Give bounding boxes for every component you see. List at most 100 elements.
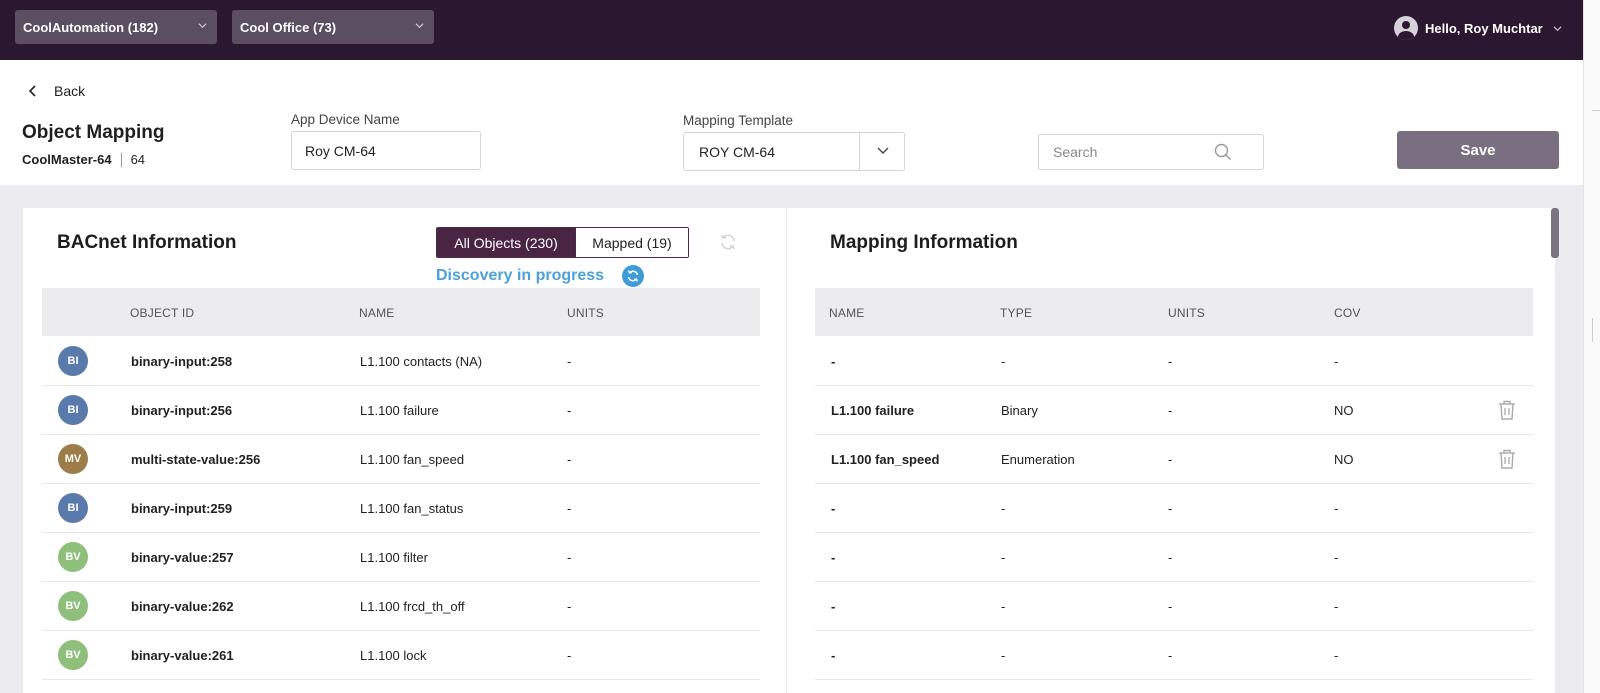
object-units: -	[567, 599, 572, 614]
column-header: OBJECT ID	[130, 306, 195, 320]
object-id: binary-value:262	[131, 599, 234, 614]
save-button[interactable]: Save	[1397, 131, 1559, 169]
object-filter-toggle: All Objects (230) Mapped (19)	[436, 227, 689, 258]
column-header: UNITS	[1168, 306, 1205, 320]
mapped-units: -	[1168, 452, 1173, 467]
site-dropdown[interactable]: CoolAutomation (182)	[15, 10, 217, 44]
object-units: -	[567, 403, 572, 418]
mapped-name: L1.100 failure	[831, 403, 915, 418]
object-type-badge: MV	[58, 444, 88, 474]
window-gutter	[1583, 0, 1600, 693]
mapped-name: L1.100 fan_speed	[831, 452, 940, 467]
object-name: L1.100 frcd_th_off	[360, 599, 465, 614]
mapped-units: -	[1168, 550, 1173, 565]
top-bar: CoolAutomation (182) Cool Office (73) He…	[0, 0, 1583, 60]
back-button[interactable]: Back	[26, 83, 85, 99]
app-device-name-label: App Device Name	[291, 112, 400, 127]
table-row[interactable]: L1.100 failure Binary - NO	[815, 386, 1533, 435]
table-row[interactable]: ----	[815, 631, 1533, 680]
table-row[interactable]: MV multi-state-value:256 L1.100 fan_speed -	[42, 435, 760, 484]
search-input[interactable]: Search	[1038, 134, 1264, 170]
object-name: L1.100 fan_speed	[360, 452, 465, 467]
object-name: L1.100 fan_status	[360, 501, 464, 516]
search-icon	[1214, 143, 1231, 160]
system-dropdown[interactable]: Cool Office (73)	[232, 10, 434, 44]
mapped-cov: -	[1334, 501, 1339, 516]
column-header: NAME	[829, 306, 865, 320]
trash-icon[interactable]	[1497, 399, 1517, 421]
column-header: COV	[1334, 306, 1361, 320]
column-header: TYPE	[1000, 306, 1033, 320]
mapped-type: -	[1001, 599, 1006, 614]
app-device-name-value: Roy CM-64	[305, 142, 376, 159]
refresh-icon[interactable]	[719, 233, 737, 251]
scrollbar-thumb[interactable]	[1551, 208, 1559, 258]
object-units: -	[567, 501, 572, 516]
mapped-units: -	[1168, 354, 1173, 369]
app-device-name-input[interactable]: Roy CM-64	[291, 131, 481, 170]
table-row[interactable]: BV binary-value:262 L1.100 frcd_th_off -	[42, 582, 760, 631]
object-name: L1.100 lock	[360, 648, 427, 663]
object-type-badge: BI	[58, 346, 88, 376]
back-label: Back	[54, 83, 86, 99]
table-row[interactable]: BV binary-value:261 L1.100 lock -	[42, 631, 760, 680]
chevron-down-icon	[198, 23, 207, 29]
table-row[interactable]: BV binary-value:257 L1.100 filter -	[42, 533, 760, 582]
column-header: UNITS	[567, 306, 604, 320]
search-placeholder: Search	[1053, 144, 1098, 160]
object-id: multi-state-value:256	[131, 452, 261, 467]
mapped-units: -	[1168, 599, 1173, 614]
mapping-template-label: Mapping Template	[683, 113, 794, 128]
bacnet-table-header: OBJECT ID NAME UNITS	[42, 288, 760, 336]
table-row[interactable]: BI binary-input:259 L1.100 fan_status -	[42, 484, 760, 533]
table-row[interactable]: ----	[815, 337, 1533, 386]
mapped-cov: NO	[1334, 403, 1354, 418]
discovery-status-text: Discovery in progress	[436, 267, 605, 284]
mapped-cov: -	[1334, 599, 1339, 614]
table-row[interactable]: L1.100 fan_speed Enumeration - NO	[815, 435, 1533, 484]
avatar-icon	[1394, 16, 1418, 40]
column-header: NAME	[359, 306, 395, 320]
object-units: -	[567, 354, 572, 369]
divider	[120, 152, 122, 167]
mapped-type: Binary	[1001, 403, 1038, 418]
table-row[interactable]: ----	[815, 484, 1533, 533]
object-id: binary-input:259	[131, 501, 233, 516]
mapping-template-select[interactable]: ROY CM-64	[683, 132, 905, 171]
device-info: CoolMaster-64 64	[22, 152, 145, 167]
device-number: 64	[130, 152, 146, 167]
sync-icon	[622, 265, 645, 287]
user-menu[interactable]: Hello, Roy Muchtar	[1394, 14, 1562, 42]
chevron-down-icon	[415, 23, 424, 29]
site-dropdown-label: CoolAutomation (182)	[23, 19, 159, 35]
table-row[interactable]: BI binary-input:258 L1.100 contacts (NA) -	[42, 337, 760, 386]
chevron-left-icon	[28, 85, 36, 97]
tab-all-objects[interactable]: All Objects (230)	[437, 228, 575, 257]
object-id: binary-input:258	[131, 354, 233, 369]
mapping-title: Mapping Information	[830, 232, 1018, 253]
mapped-units: -	[1168, 648, 1173, 663]
divider	[859, 133, 860, 170]
mapped-cov: -	[1334, 648, 1339, 663]
object-id: binary-value:257	[131, 550, 234, 565]
chevron-down-icon	[1553, 25, 1562, 31]
object-type-badge: BI	[58, 395, 88, 425]
tab-mapped[interactable]: Mapped (19)	[575, 228, 688, 257]
object-id: binary-input:256	[131, 403, 233, 418]
table-row[interactable]: BI binary-input:256 L1.100 failure -	[42, 386, 760, 435]
trash-icon[interactable]	[1497, 448, 1517, 470]
mapped-cov: -	[1334, 550, 1339, 565]
object-type-badge: BV	[58, 591, 88, 621]
mapped-type: -	[1001, 501, 1006, 516]
table-row[interactable]: ----	[815, 582, 1533, 631]
mapped-name: -	[831, 354, 836, 369]
mapping-table-header: NAME TYPE UNITS COV	[815, 288, 1533, 336]
table-row[interactable]: ----	[815, 533, 1533, 582]
object-name: L1.100 filter	[360, 550, 428, 565]
panel-divider	[786, 208, 787, 693]
object-units: -	[567, 648, 572, 663]
device-model: CoolMaster-64	[22, 152, 112, 167]
object-name: L1.100 contacts (NA)	[360, 354, 483, 369]
object-type-badge: BV	[58, 542, 88, 572]
mapped-units: -	[1168, 501, 1173, 516]
